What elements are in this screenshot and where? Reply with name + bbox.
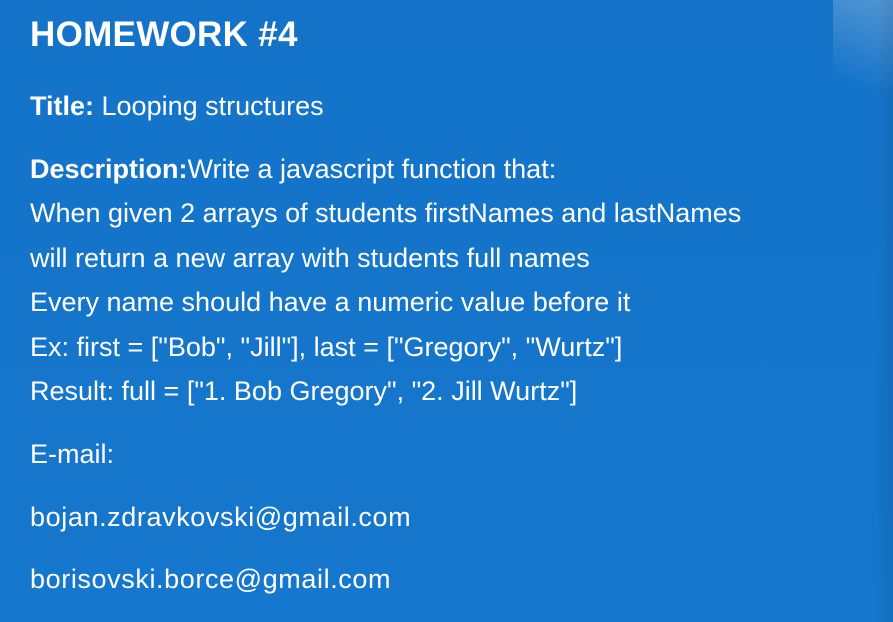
description-line: When given 2 arrays of students firstNam… (30, 198, 742, 228)
title-row: Title: Looping structures (30, 90, 324, 122)
title-value: Looping structures (94, 91, 324, 121)
email-address: bojan.zdravkovski@gmail.com (30, 502, 412, 532)
title-label: Title: (30, 91, 95, 121)
slide-heading: HOMEWORK #4 (30, 15, 298, 54)
result-line: Result: full = ["1. Bob Gregory", "2. Ji… (30, 376, 578, 406)
description-line: will return a new array with students fu… (30, 243, 590, 273)
description-line: Every name should have a numeric value b… (30, 287, 631, 317)
edge-shading (875, 0, 893, 622)
email-label: E-mail: (30, 439, 115, 469)
example-line: Ex: first = ["Bob", "Jill"], last = ["Gr… (30, 332, 623, 362)
email-address: borisovski.borce@gmail.com (30, 564, 392, 594)
description-label: Description: (30, 154, 188, 184)
homework-slide: HOMEWORK #4 Title: Looping structures De… (0, 0, 893, 622)
description-row: Description:Write a javascript function … (30, 153, 556, 185)
description-value: Write a javascript function that: (187, 154, 557, 184)
